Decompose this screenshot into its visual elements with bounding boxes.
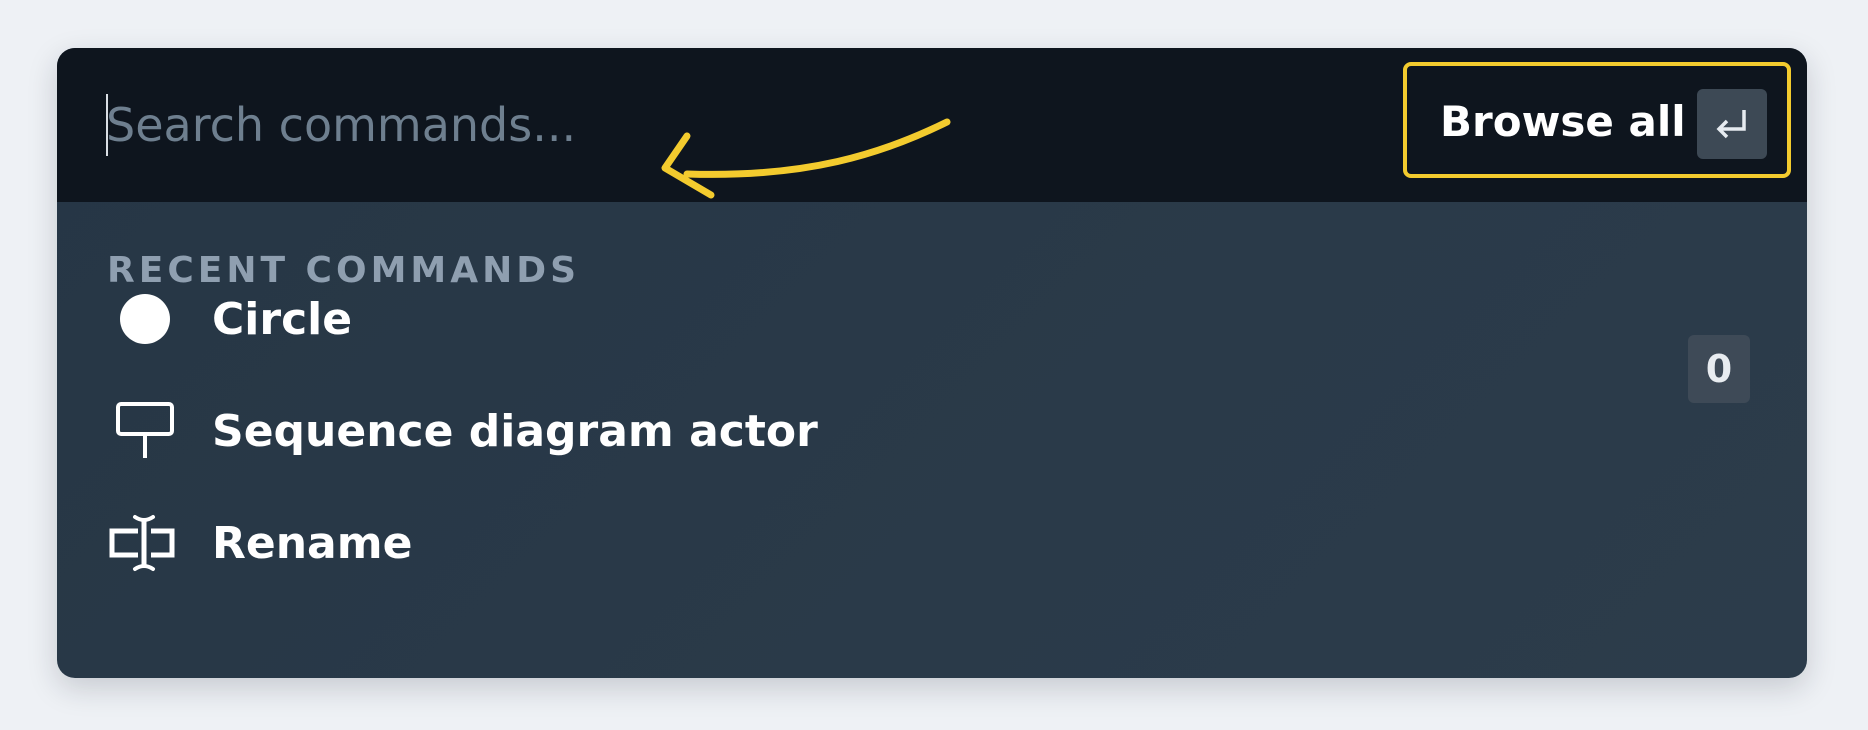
command-item-rename[interactable]: Rename <box>107 501 1767 583</box>
annotation-arrow-icon <box>661 118 951 199</box>
command-item-sequence-diagram-actor[interactable]: Sequence diagram actor <box>107 389 1767 471</box>
search-bar: Browse all <box>57 48 1807 202</box>
rename-icon <box>109 515 175 571</box>
command-label: Sequence diagram actor <box>212 406 818 457</box>
command-label: Rename <box>212 518 413 569</box>
browse-all-label: Browse all <box>1440 97 1686 146</box>
browse-all-button[interactable]: Browse all <box>1403 62 1791 178</box>
search-input[interactable] <box>106 86 646 164</box>
command-item-circle[interactable]: Circle <box>107 277 1767 359</box>
command-label: Circle <box>212 294 353 345</box>
circle-icon <box>120 294 170 344</box>
enter-key-icon <box>1697 89 1767 159</box>
sequence-actor-icon <box>116 402 174 458</box>
command-palette: Browse all RECENT COMMANDS Circle 0 Sequ… <box>57 48 1807 678</box>
